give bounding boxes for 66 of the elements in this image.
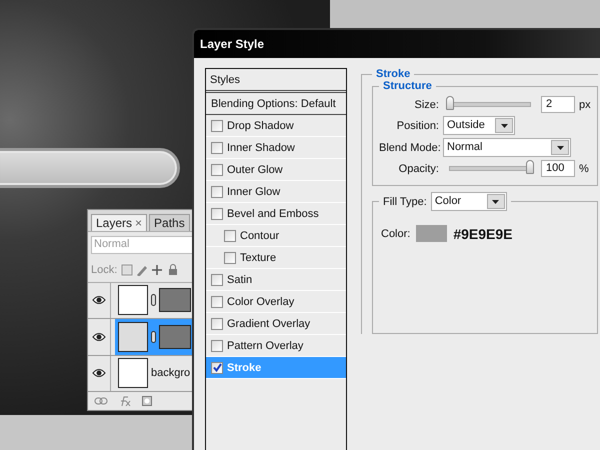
checkbox[interactable]: [211, 274, 223, 286]
field-label: Color:: [381, 228, 410, 240]
style-list-item[interactable]: Contour: [206, 225, 346, 247]
layer-row[interactable]: backgro: [115, 356, 194, 392]
unit-label: %: [579, 162, 589, 174]
field-label: Fill Type:: [383, 196, 427, 208]
unit-label: px: [579, 98, 591, 110]
style-list-item[interactable]: Drop Shadow: [206, 115, 346, 137]
checkbox[interactable]: [211, 186, 223, 198]
layer-thumbnail: [118, 322, 148, 352]
style-list-item[interactable]: Inner Shadow: [206, 137, 346, 159]
style-list-item[interactable]: Gradient Overlay: [206, 313, 346, 335]
checkbox[interactable]: [211, 208, 223, 220]
layer-thumbnail: [118, 358, 148, 388]
slider-thumb[interactable]: [446, 96, 454, 110]
slider-thumb[interactable]: [526, 160, 534, 174]
style-list-item[interactable]: Texture: [206, 247, 346, 269]
field-label: Blend Mode:: [379, 142, 442, 154]
blending-options-item[interactable]: Blending Options: Default: [206, 93, 346, 115]
mask-icon[interactable]: [142, 396, 152, 406]
eye-icon[interactable]: [92, 295, 106, 306]
eye-icon[interactable]: [92, 368, 106, 378]
checkbox[interactable]: [211, 296, 223, 308]
checkbox[interactable]: [211, 318, 223, 330]
layer-row[interactable]: [115, 319, 194, 355]
hex-value: #9E9E9E: [453, 226, 513, 242]
vector-mask-thumbnail: [159, 288, 191, 312]
chain-link-icon: [151, 294, 156, 306]
style-list-item[interactable]: Bevel and Emboss: [206, 203, 346, 225]
dropdown[interactable]: Normal: [443, 138, 571, 157]
checkbox[interactable]: [211, 142, 223, 154]
checkbox[interactable]: [211, 164, 223, 176]
layer-thumbnail: [118, 285, 148, 316]
dialog-title: Layer Style: [194, 30, 600, 58]
color-swatch[interactable]: [416, 225, 448, 242]
dropdown[interactable]: Outside: [443, 116, 515, 135]
field-label: Position:: [396, 120, 440, 132]
link-icon[interactable]: [94, 397, 108, 406]
dropdown[interactable]: Color: [430, 192, 507, 211]
style-list-item[interactable]: Inner Glow: [206, 181, 346, 203]
checkbox[interactable]: [211, 120, 223, 132]
style-list-item[interactable]: Satin: [206, 269, 346, 291]
checkbox[interactable]: [224, 230, 236, 242]
lock-label: Lock:: [91, 264, 118, 276]
number-field[interactable]: 2: [541, 96, 575, 113]
checkbox[interactable]: [211, 340, 223, 352]
layer-name: backgro: [151, 367, 190, 380]
eye-icon[interactable]: [92, 332, 106, 342]
fx-icon[interactable]: [118, 396, 132, 406]
chain-link-icon: [151, 330, 156, 343]
style-list-item[interactable]: Color Overlay: [206, 291, 346, 313]
dropdown-arrow-icon: [556, 146, 564, 150]
field-label: Opacity:: [398, 162, 440, 174]
styles-header[interactable]: Styles: [206, 69, 346, 93]
style-list-item[interactable]: Outer Glow: [206, 159, 346, 181]
section-legend: Structure: [379, 80, 436, 92]
dropdown-arrow-icon: [492, 200, 500, 204]
vector-mask-thumbnail: [159, 324, 191, 349]
field-label: Size:: [414, 98, 440, 110]
dropdown-arrow-icon: [500, 124, 508, 128]
panel-tab[interactable]: Layers ×: [91, 214, 148, 231]
section-legend: Stroke: [372, 68, 414, 80]
checkbox[interactable]: [224, 252, 236, 264]
checkbox[interactable]: [211, 362, 223, 374]
number-field[interactable]: 100: [541, 160, 575, 177]
panel-tab[interactable]: Paths: [149, 214, 190, 231]
